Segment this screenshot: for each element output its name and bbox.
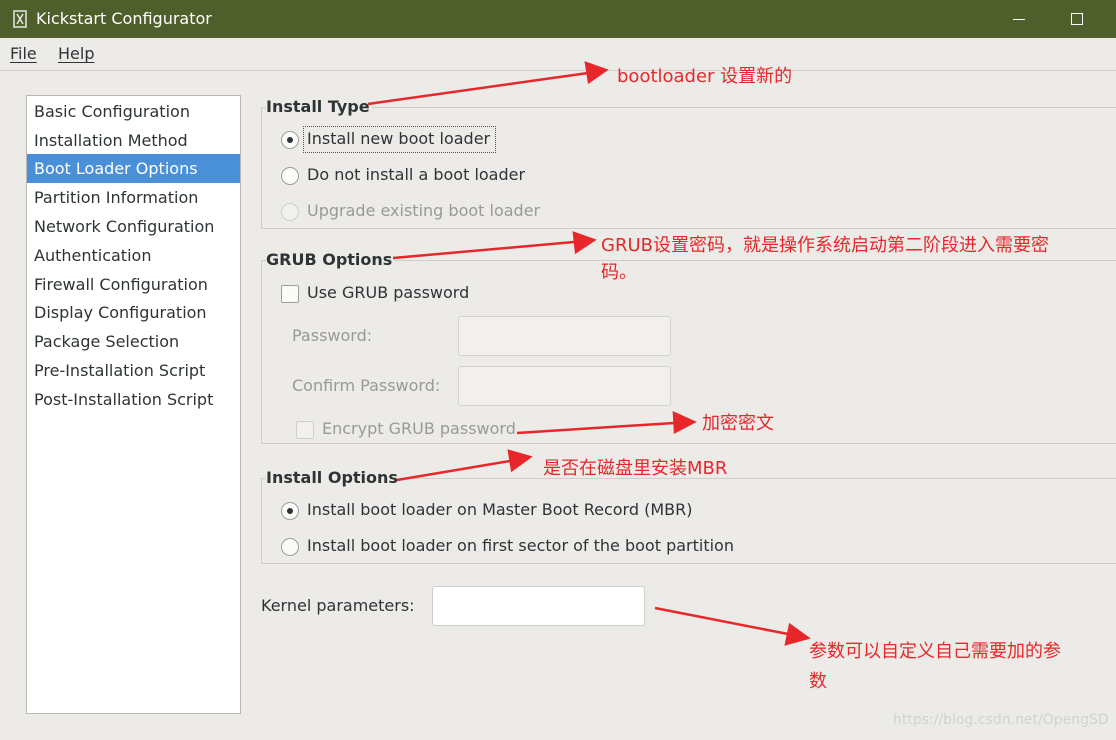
watermark: https://blog.csdn.net/OpengSD [893, 712, 1109, 728]
arrowhead-bootloader [584, 61, 609, 85]
arrowhead-grub [572, 231, 597, 255]
arrow-mbr [396, 459, 511, 482]
arrowhead-kernel [784, 622, 811, 646]
arrow-kernel [654, 606, 789, 636]
arrow-encrypt [516, 421, 675, 435]
arrowhead-encrypt [672, 411, 697, 435]
arrow-grub [392, 240, 575, 260]
app-window: Kickstart Configurator File Help Basic C… [0, 0, 1116, 740]
arrowhead-mbr [507, 449, 533, 473]
arrow-bootloader [367, 71, 589, 106]
annotation-arrows [367, 61, 811, 646]
